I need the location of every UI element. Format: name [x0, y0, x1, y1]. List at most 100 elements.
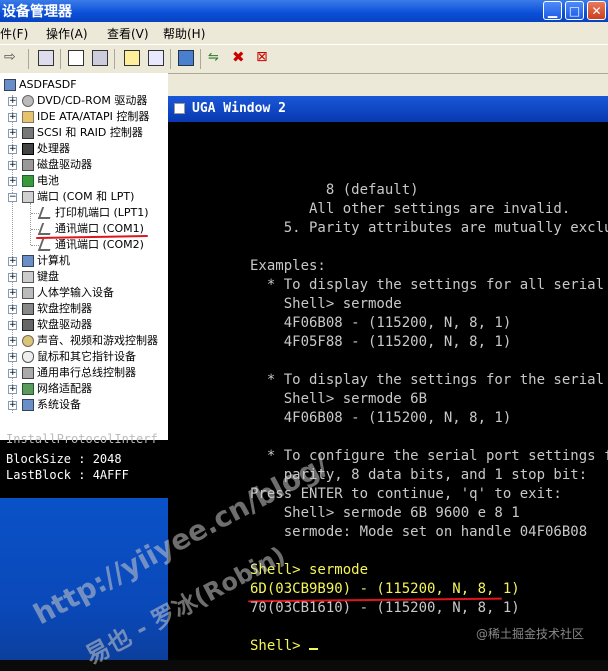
- expand-button[interactable]: +: [8, 257, 17, 266]
- console-line: All other settings are invalid.: [250, 201, 571, 217]
- window-icon: [174, 103, 185, 114]
- uninstall-icon[interactable]: ✖: [232, 50, 248, 66]
- console-line: Shell> sermode 6B: [250, 391, 428, 407]
- help-icon[interactable]: [124, 50, 140, 66]
- port-connector-icon: [37, 223, 55, 235]
- system-icon: [22, 399, 34, 411]
- expand-button[interactable]: +: [8, 289, 17, 298]
- expand-button[interactable]: +: [8, 353, 17, 362]
- menu-help[interactable]: 帮助(H): [163, 25, 205, 42]
- expand-button[interactable]: +: [8, 385, 17, 394]
- console-line: 4F06B08 - (115200, N, 8, 1): [250, 315, 512, 331]
- tree-item-floppy-controller[interactable]: 软盘控制器: [22, 301, 92, 317]
- uga-window-title: UGA Window 2: [192, 101, 286, 116]
- expand-button[interactable]: +: [8, 305, 17, 314]
- scsi-icon: [22, 127, 34, 139]
- tree-item-system[interactable]: 系统设备: [22, 397, 81, 413]
- disc-icon: [22, 95, 34, 107]
- expand-button[interactable]: +: [8, 401, 17, 410]
- text-cursor: [309, 648, 319, 650]
- computer-icon: [4, 79, 16, 91]
- terminal-line: InstallProtocolInterf: [6, 432, 158, 446]
- console-line: 5. Parity attributes are mutually exclus…: [250, 220, 608, 236]
- menu-bar: 件(F) 操作(A) 查看(V) 帮助(H): [0, 22, 608, 44]
- device-tree: ASDFASDF + DVD/CD-ROM 驱动器 + IDE ATA/ATAP…: [0, 73, 168, 440]
- update-driver-icon[interactable]: ⇋: [208, 50, 224, 66]
- console-line: * To display the settings for all serial…: [250, 277, 608, 293]
- toolbar: ⇨ ⇋ ✖ ⊠: [0, 44, 608, 74]
- forward-arrow-icon[interactable]: ⇨: [4, 50, 20, 66]
- tree-item-sound[interactable]: 声音、视频和游戏控制器: [22, 333, 158, 349]
- close-button[interactable]: ✕: [587, 1, 606, 20]
- battery-icon: [22, 175, 34, 187]
- scan-hardware-icon[interactable]: [178, 50, 194, 66]
- console-line: Examples:: [250, 258, 326, 274]
- console-input-prompt[interactable]: Shell>: [250, 637, 319, 656]
- tree-item-hid[interactable]: 人体学输入设备: [22, 285, 114, 301]
- collapse-button[interactable]: −: [8, 193, 17, 202]
- mouse-icon: [22, 351, 34, 363]
- hid-icon: [22, 287, 34, 299]
- tree-root[interactable]: ASDFASDF: [4, 77, 77, 93]
- terminal-line: LastBlock : 4AFFF: [6, 468, 129, 482]
- keyboard-icon: [22, 271, 34, 283]
- tree-item-mouse[interactable]: 鼠标和其它指针设备: [22, 349, 136, 365]
- maximize-button[interactable]: □: [565, 1, 584, 20]
- expand-button[interactable]: +: [8, 113, 17, 122]
- console-line: 4F05F88 - (115200, N, 8, 1): [250, 334, 512, 350]
- tree-item-processor[interactable]: 处理器: [22, 141, 70, 157]
- tree-item-com2[interactable]: 通讯端口 (COM2): [37, 237, 144, 253]
- tree-item-keyboard[interactable]: 键盘: [22, 269, 59, 285]
- floppy-controller-icon: [22, 303, 34, 315]
- tree-item-lpt1[interactable]: 打印机端口 (LPT1): [37, 205, 149, 221]
- uga-titlebar[interactable]: UGA Window 2: [168, 96, 608, 122]
- properties-icon[interactable]: [38, 50, 54, 66]
- tree-item-network[interactable]: 网络适配器: [22, 381, 92, 397]
- tree-item-disk[interactable]: 磁盘驱动器: [22, 157, 92, 173]
- expand-button[interactable]: +: [8, 321, 17, 330]
- expand-button[interactable]: +: [8, 129, 17, 138]
- expand-button[interactable]: +: [8, 337, 17, 346]
- watermark-source: @稀土掘金技术社区: [476, 627, 585, 641]
- expand-button[interactable]: +: [8, 273, 17, 282]
- tree-item-ide[interactable]: IDE ATA/ATAPI 控制器: [22, 109, 149, 125]
- print-icon[interactable]: [68, 50, 84, 66]
- floppy-icon: [22, 319, 34, 331]
- tree-item-battery[interactable]: 电池: [22, 173, 59, 189]
- tree-item-scsi[interactable]: SCSI 和 RAID 控制器: [22, 125, 143, 141]
- console-line: Shell> sermode: [250, 296, 402, 312]
- controller-icon: [22, 111, 34, 123]
- terminal-line: BlockSize : 2048: [6, 452, 122, 466]
- network-icon: [22, 383, 34, 395]
- console-line: Shell> sermode 6B 9600 e 8 1: [250, 505, 520, 521]
- minimize-button[interactable]: ▁: [543, 1, 562, 20]
- expand-button[interactable]: +: [8, 369, 17, 378]
- details-icon[interactable]: [148, 50, 164, 66]
- expand-button[interactable]: +: [8, 177, 17, 186]
- usb-icon: [22, 367, 34, 379]
- tree-item-computer[interactable]: 计算机: [22, 253, 70, 269]
- disable-icon[interactable]: ⊠: [256, 50, 272, 66]
- port-icon: [22, 191, 34, 203]
- tree-item-dvd[interactable]: DVD/CD-ROM 驱动器: [22, 93, 147, 109]
- speaker-icon: [22, 335, 34, 347]
- device-manager-titlebar[interactable]: 设备管理器 ▁ □ ✕: [0, 0, 608, 22]
- tree-item-floppy-drive[interactable]: 软盘驱动器: [22, 317, 92, 333]
- console-line: * To display the settings for the serial…: [250, 372, 608, 388]
- menu-action[interactable]: 操作(A): [46, 25, 88, 42]
- computer-icon: [22, 255, 34, 267]
- expand-button[interactable]: +: [8, 97, 17, 106]
- port-connector-icon: [37, 239, 55, 251]
- view-icon[interactable]: [92, 50, 108, 66]
- chip-icon: [22, 143, 34, 155]
- expand-button[interactable]: +: [8, 161, 17, 170]
- menu-view[interactable]: 查看(V): [107, 25, 149, 42]
- expand-button[interactable]: +: [8, 145, 17, 154]
- console-line: 8 (default): [250, 182, 419, 198]
- disk-icon: [22, 159, 34, 171]
- background-terminal: InstallProtocolInterf BlockSize : 2048 L…: [0, 432, 168, 498]
- console-line: sermode: Mode set on handle 04F06B08: [250, 524, 588, 540]
- tree-item-ports[interactable]: 端口 (COM 和 LPT): [22, 189, 134, 205]
- menu-file[interactable]: 件(F): [0, 25, 28, 42]
- tree-item-usb[interactable]: 通用串行总线控制器: [22, 365, 136, 381]
